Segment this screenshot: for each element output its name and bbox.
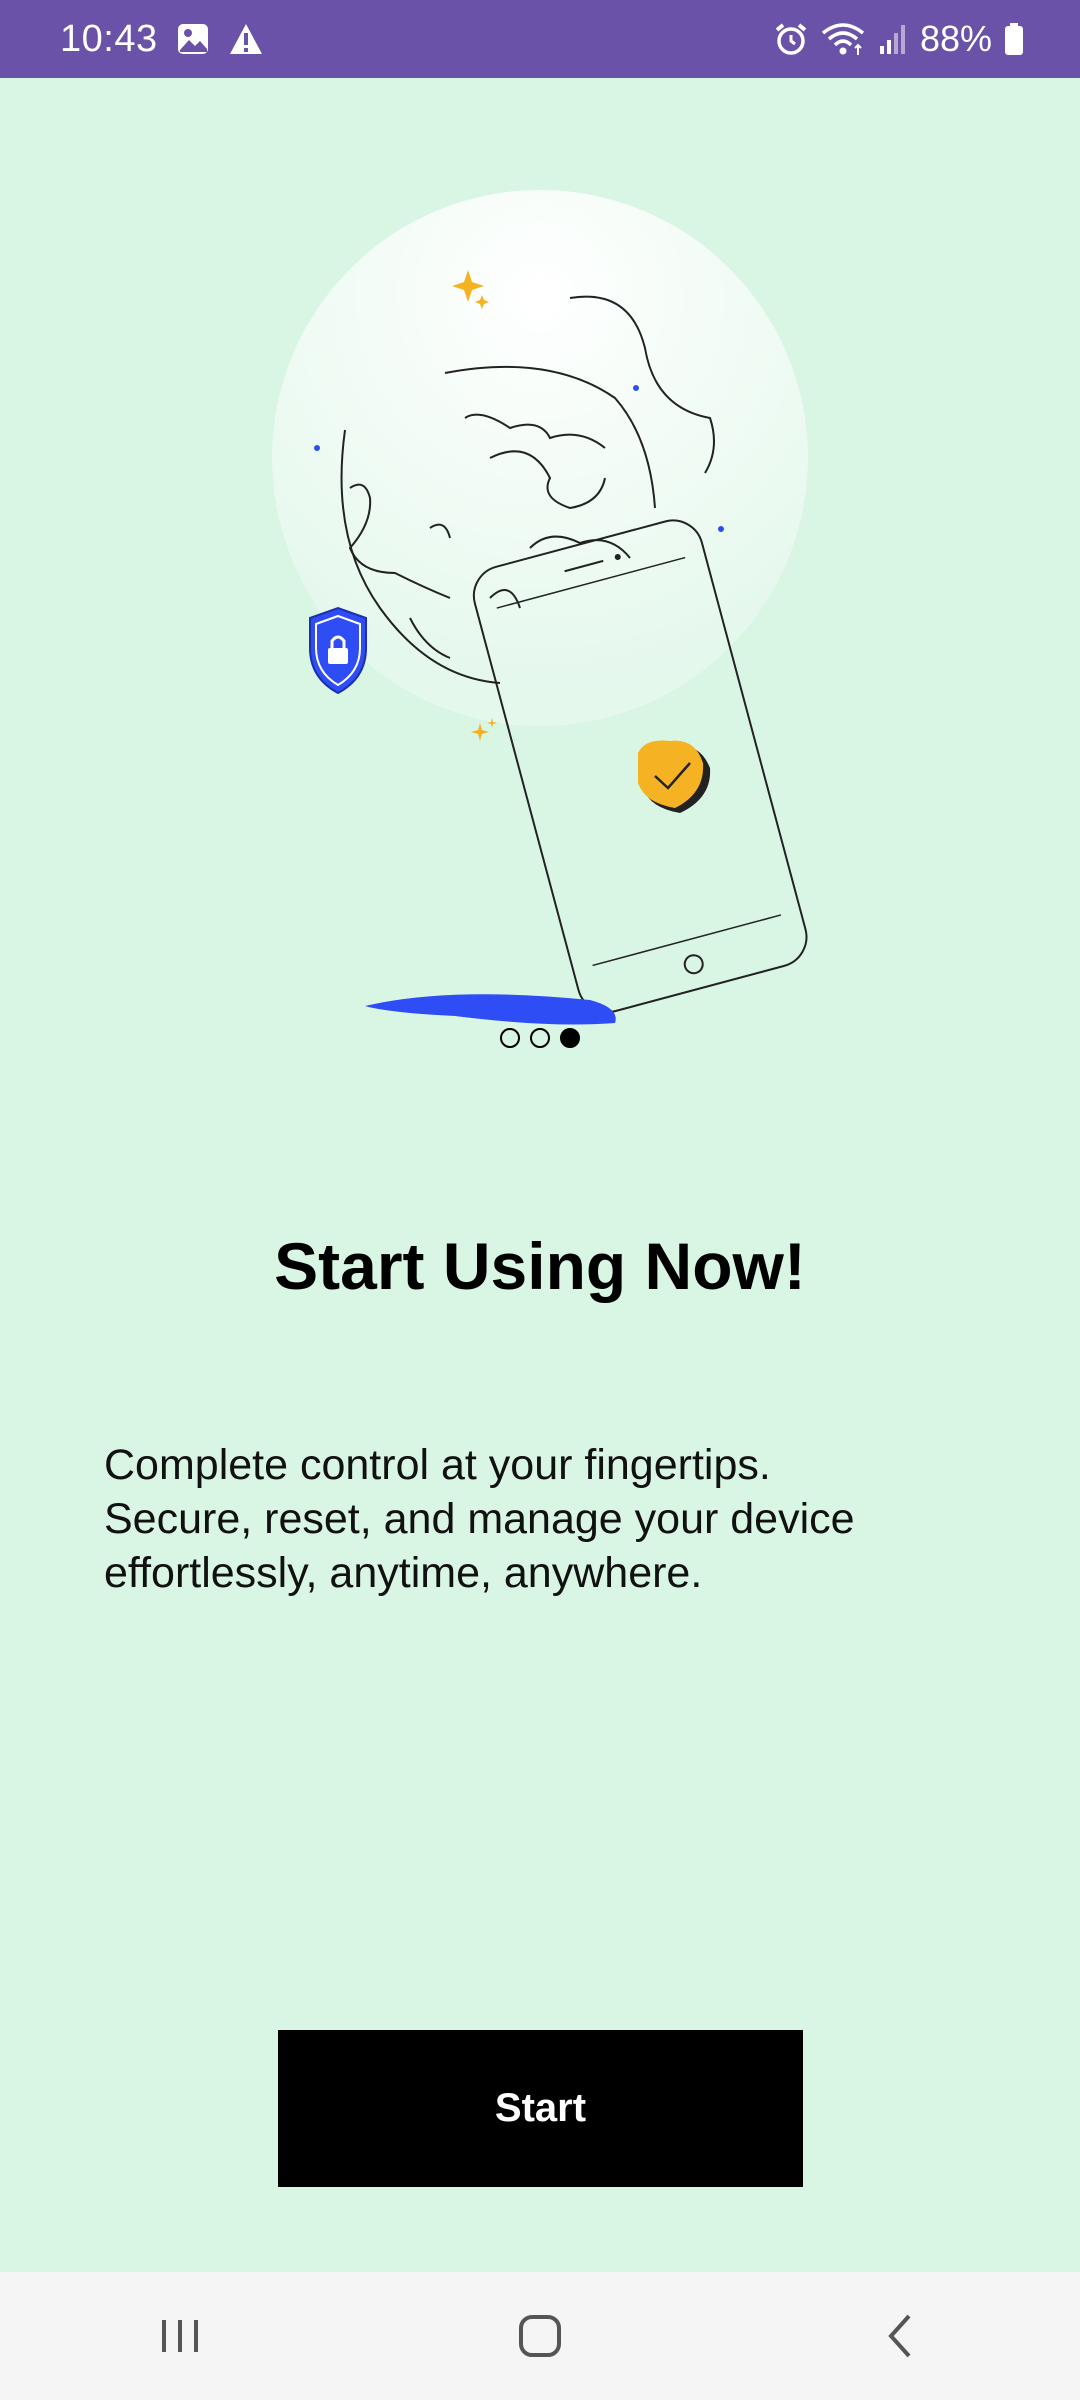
description-line: Secure, reset, and manage your device — [104, 1495, 855, 1543]
home-button[interactable] — [480, 2286, 600, 2386]
onboarding-description: Complete control at your fingertips. Sec… — [104, 1438, 984, 1600]
shield-lock-icon — [309, 606, 367, 695]
onboarding-illustration — [272, 190, 808, 1025]
status-bar-right: 88% — [774, 18, 1024, 60]
description-line: Complete control at your fingertips. — [104, 1441, 771, 1489]
onboarding-screen: Start Using Now! Complete control at you… — [0, 78, 1080, 2272]
verified-badge-icon — [638, 740, 711, 813]
status-time: 10:43 — [60, 17, 158, 60]
recent-apps-button[interactable] — [120, 2286, 240, 2386]
page-dot-active[interactable] — [560, 1028, 580, 1048]
back-icon — [888, 2314, 911, 2358]
recent-apps-icon — [162, 2320, 198, 2352]
page-dot[interactable] — [530, 1028, 550, 1048]
description-line: effortlessly, anytime, anywhere. — [104, 1549, 703, 1597]
page-indicator — [0, 1028, 1080, 1048]
page-dot[interactable] — [500, 1028, 520, 1048]
brush-stroke — [365, 994, 616, 1025]
navigation-bar — [0, 2272, 1080, 2400]
alarm-icon — [774, 22, 808, 56]
status-bar: 10:43 88% — [0, 0, 1080, 78]
status-bar-left: 10:43 — [60, 18, 264, 61]
warning-icon — [228, 22, 264, 56]
signal-icon — [878, 22, 908, 56]
image-icon — [176, 22, 210, 56]
onboarding-title: Start Using Now! — [274, 1229, 806, 1303]
wifi-icon — [820, 21, 866, 57]
home-icon — [519, 2315, 561, 2357]
back-button[interactable] — [840, 2286, 960, 2386]
start-button[interactable]: Start — [278, 2030, 803, 2187]
battery-icon — [1004, 22, 1024, 56]
battery-percent: 88% — [919, 18, 992, 59]
